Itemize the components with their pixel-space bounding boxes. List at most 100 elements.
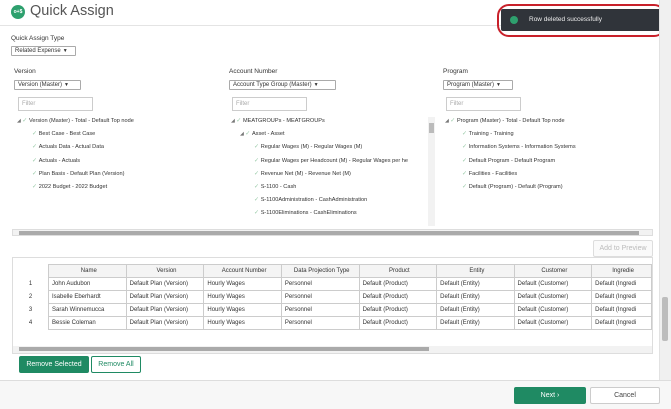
tree-item[interactable]: ✓ Revenue Net (M) - Revenue Net (M) — [254, 170, 351, 177]
tree-item[interactable]: ✓ Actuals Data - Actual Data — [32, 143, 104, 150]
table-cell[interactable]: Hourly Wages — [203, 303, 282, 317]
table-cell[interactable]: Default (Customer) — [513, 290, 593, 304]
table-cell[interactable]: Default (Ingredi — [591, 290, 652, 304]
check-icon: ✓ — [32, 144, 39, 150]
tree-item[interactable]: ✓ Information Systems - Information Syst… — [462, 143, 576, 150]
tree-item[interactable]: ✓ Best Case - Best Case — [32, 130, 95, 137]
table-cell[interactable]: Default Plan (Version) — [125, 316, 205, 330]
tree-item[interactable]: ✓ S-1100 - Cash — [254, 183, 296, 190]
table-cell[interactable]: Default (Entity) — [436, 290, 515, 304]
table-cell[interactable]: Default (Entity) — [436, 303, 515, 317]
table-cell[interactable]: Default (Ingredi — [591, 277, 652, 291]
tree-item[interactable]: ✓ Regular Wages (M) - Regular Wages (M) — [254, 143, 362, 150]
table-row[interactable]: 4 Bessie Coleman Default Plan (Version) … — [13, 316, 652, 330]
check-icon: ✓ — [462, 144, 469, 150]
tree-item-label: Regular Wages (M) - Regular Wages (M) — [260, 144, 363, 150]
scrollbar-thumb[interactable] — [19, 231, 639, 235]
tree-item[interactable]: ◢ ✓ Asset - Asset — [240, 130, 285, 137]
table-cell[interactable]: Personnel — [280, 316, 360, 330]
tree-item[interactable]: ✓ 2022 Budget - 2022 Budget — [32, 183, 107, 190]
table-cell[interactable]: Default (Product) — [358, 316, 438, 330]
account-tree-scrollbar[interactable] — [428, 117, 435, 226]
version-filter-input[interactable]: Filter — [18, 97, 93, 111]
tree-item[interactable]: ◢ ✓ Version (Master) - Total - Default T… — [17, 117, 134, 124]
tree-item[interactable]: ✓ Plan Basis - Default Plan (Version) — [32, 170, 125, 177]
program-select[interactable]: Program (Master) ▼ — [443, 80, 513, 90]
scrollbar-thumb[interactable] — [19, 347, 429, 351]
column-header[interactable]: Name — [47, 264, 127, 278]
remove-selected-button[interactable]: Remove Selected — [19, 356, 89, 373]
page-scrollbar[interactable] — [659, 0, 671, 380]
account-number-select[interactable]: Account Type Group (Master) ▼ — [229, 80, 336, 90]
table-cell[interactable]: Default (Ingredi — [591, 316, 652, 330]
table-cell[interactable]: John Audubon — [47, 277, 127, 291]
tree-item[interactable]: ◢ ✓ MEATGROUPs - MEATGROUPs — [231, 117, 325, 124]
tree-item[interactable]: ✓ Actuals - Actuals — [32, 157, 80, 164]
check-icon: ✓ — [32, 171, 39, 177]
table-cell[interactable]: Sarah Winnemucca — [47, 303, 127, 317]
table-cell[interactable]: Hourly Wages — [203, 316, 282, 330]
table-cell[interactable]: Hourly Wages — [203, 290, 282, 304]
table-cell[interactable]: Personnel — [280, 303, 360, 317]
add-to-preview-button[interactable]: Add to Preview — [593, 240, 653, 257]
table-cell[interactable]: Default (Ingredi — [591, 303, 652, 317]
column-header[interactable]: Data Projection Type — [280, 264, 360, 278]
quick-assign-type-select[interactable]: Related Expense ▼ — [11, 46, 76, 56]
column-header[interactable]: Customer — [513, 264, 593, 278]
tree-item-label: Default (Program) - Default (Program) — [468, 184, 563, 190]
table-row[interactable]: 3 Sarah Winnemucca Default Plan (Version… — [13, 303, 652, 317]
check-icon: ✓ — [254, 158, 261, 164]
table-row[interactable]: 2 Isabelle Eberhardt Default Plan (Versi… — [13, 290, 652, 304]
table-cell[interactable]: Default Plan (Version) — [125, 277, 205, 291]
tree-item[interactable]: ✓ Facilities - Facilities — [462, 170, 517, 177]
table-cell[interactable]: Default (Entity) — [436, 316, 515, 330]
row-number: 4 — [13, 316, 49, 330]
next-button[interactable]: Next › — [514, 387, 586, 404]
tree-item[interactable]: ✓ S-1100Eliminations - CashEliminations — [254, 209, 357, 216]
check-icon: ✓ — [254, 171, 261, 177]
tree-item[interactable]: ✓ Default Program - Default Program — [462, 157, 555, 164]
table-cell[interactable]: Default (Customer) — [513, 277, 593, 291]
table-cell[interactable]: Default (Customer) — [513, 316, 593, 330]
account-number-label: Account Number — [229, 68, 278, 75]
column-header[interactable]: Version — [125, 264, 205, 278]
table-cell[interactable]: Personnel — [280, 290, 360, 304]
tree-item[interactable]: ◢ ✓ Program (Master) - Total - Default T… — [445, 117, 565, 124]
column-header[interactable]: Account Number — [203, 264, 282, 278]
table-cell[interactable]: Default Plan (Version) — [125, 290, 205, 304]
table-cell[interactable]: Personnel — [280, 277, 360, 291]
table-cell[interactable]: Default (Product) — [358, 303, 438, 317]
cancel-button[interactable]: Cancel — [590, 387, 660, 404]
table-cell[interactable]: Bessie Coleman — [47, 316, 127, 330]
remove-all-button[interactable]: Remove All — [91, 356, 141, 373]
row-number: 1 — [13, 277, 49, 291]
table-cell[interactable]: Default Plan (Version) — [125, 303, 205, 317]
table-cell[interactable]: Hourly Wages — [203, 277, 282, 291]
scrollbar-thumb[interactable] — [662, 297, 668, 341]
table-cell[interactable]: Isabelle Eberhardt — [47, 290, 127, 304]
tree-item[interactable]: ✓ Default (Program) - Default (Program) — [462, 183, 563, 190]
tree-item[interactable]: ✓ Regular Wages per Headcount (M) - Regu… — [254, 157, 408, 164]
tree-item-label: Revenue Net (M) - Revenue Net (M) — [260, 171, 351, 177]
column-header[interactable]: Ingredie — [591, 264, 652, 278]
tree-item-label: Program (Master) - Total - Default Top n… — [456, 118, 565, 124]
tree-item[interactable]: ✓ Training - Training — [462, 130, 514, 137]
table-row[interactable]: 1 John Audubon Default Plan (Version) Ho… — [13, 277, 652, 291]
version-select[interactable]: Version (Master) ▼ — [14, 80, 81, 90]
chevron-down-icon: ▼ — [313, 82, 319, 88]
check-icon: ✓ — [236, 118, 243, 124]
program-filter-input[interactable]: Filter — [446, 97, 521, 111]
trees-horizontal-scrollbar[interactable] — [12, 229, 653, 236]
grid-horizontal-scrollbar[interactable] — [13, 346, 652, 353]
account-filter-input[interactable]: Filter — [232, 97, 307, 111]
table-cell[interactable]: Default (Entity) — [436, 277, 515, 291]
check-icon: ✓ — [462, 158, 469, 164]
tree-item[interactable]: ✓ S-1100Administration - CashAdministrat… — [254, 196, 367, 203]
column-header[interactable]: Product — [358, 264, 438, 278]
table-cell[interactable]: Default (Product) — [358, 290, 438, 304]
column-header[interactable]: Entity — [436, 264, 515, 278]
table-cell[interactable]: Default (Product) — [358, 277, 438, 291]
scrollbar-thumb[interactable] — [429, 123, 434, 133]
table-cell[interactable]: Default (Customer) — [513, 303, 593, 317]
table-header-row: Name Version Account Number Data Project… — [13, 264, 652, 278]
